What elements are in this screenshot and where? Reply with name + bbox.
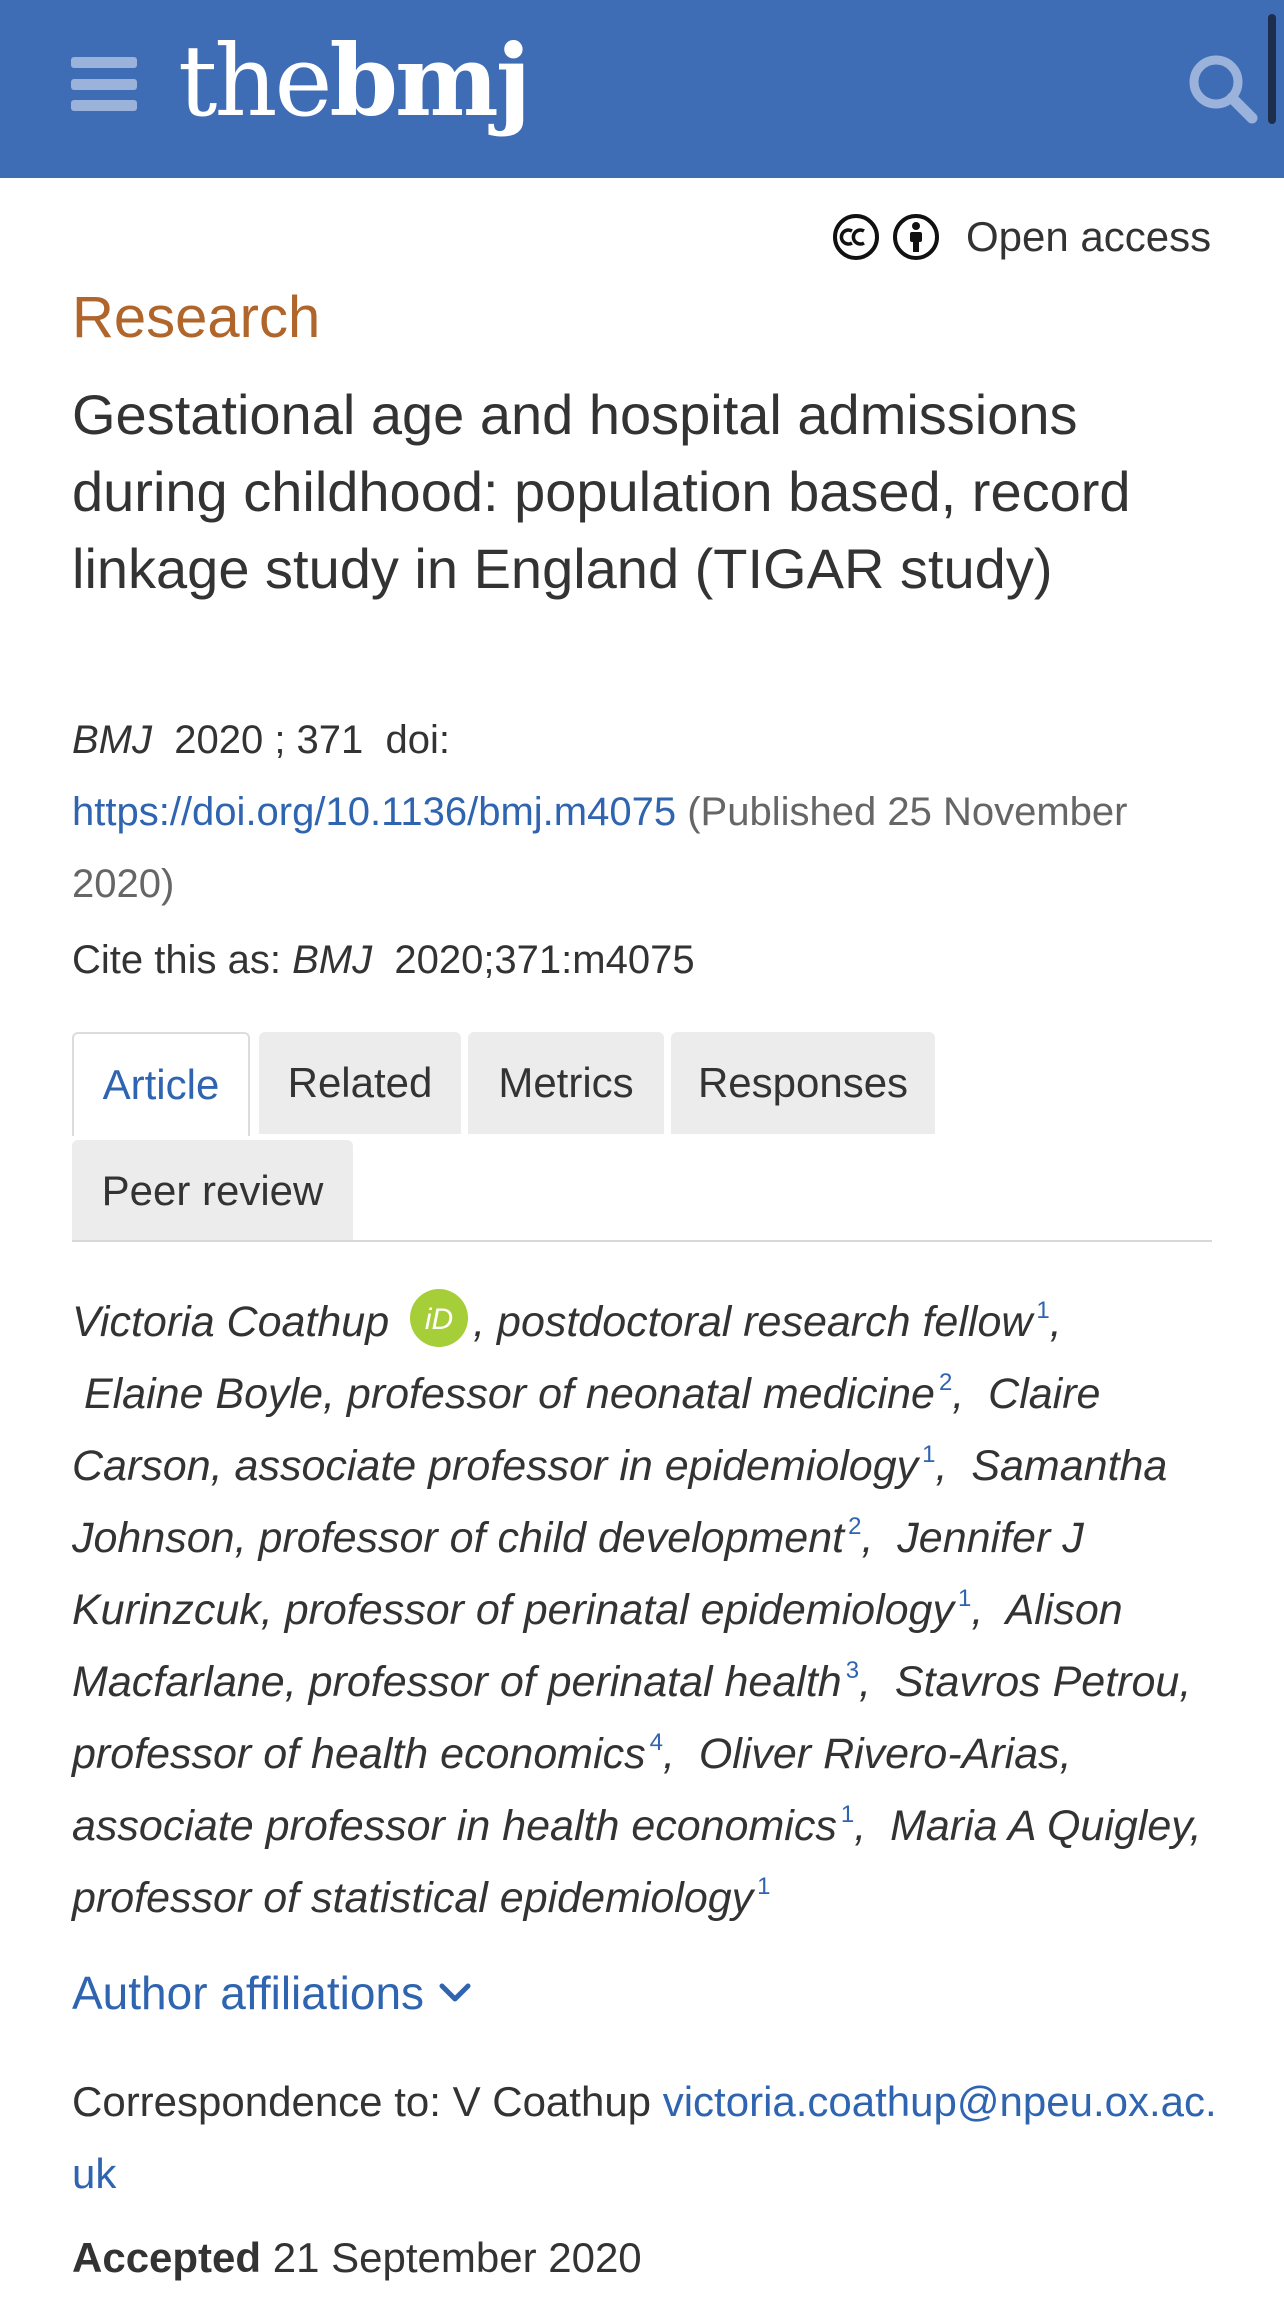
tab-related[interactable]: Related bbox=[259, 1032, 461, 1134]
attribution-icon bbox=[893, 214, 939, 260]
correspondence: Correspondence to: V Coathup victoria.co… bbox=[72, 2066, 1232, 2210]
affiliation-ref[interactable]: 3 bbox=[846, 1657, 859, 1684]
author-role: professor of perinatal health bbox=[308, 1658, 842, 1706]
cite-reference: 2020;371:m4075 bbox=[394, 938, 695, 982]
site-header: thebmj bbox=[0, 0, 1284, 178]
citation-info: BMJ 2020 ; 371 doi: https://doi.org/10.11… bbox=[72, 704, 1212, 920]
author-name[interactable]: Stavros Petrou bbox=[895, 1658, 1179, 1706]
author-role: associate professor in epidemiology bbox=[234, 1442, 919, 1490]
affiliation-ref[interactable]: 1 bbox=[922, 1441, 935, 1468]
chevron-down-icon bbox=[439, 1983, 471, 2002]
article-title: Gestational age and hospital admissions … bbox=[72, 383, 1131, 600]
author-affiliations-label: Author affiliations bbox=[72, 1967, 425, 2019]
affiliation-ref[interactable]: 1 bbox=[757, 1873, 770, 1900]
accepted-label: Accepted bbox=[72, 2234, 262, 2281]
affiliation-ref[interactable]: 2 bbox=[939, 1369, 952, 1396]
svg-text:iD: iD bbox=[425, 1303, 453, 1336]
author-role: professor of neonatal medicine bbox=[346, 1370, 935, 1418]
author-role: professor of statistical epidemiology bbox=[72, 1874, 754, 1922]
author-role: postdoctoral research fellow bbox=[497, 1298, 1033, 1346]
accepted-date-value: 21 September 2020 bbox=[272, 2234, 642, 2281]
author-name[interactable]: Maria A Quigley bbox=[890, 1802, 1190, 1850]
tab-peer-review[interactable]: Peer review bbox=[72, 1140, 353, 1242]
article-section-label: Research bbox=[72, 285, 321, 350]
hamburger-menu-icon[interactable] bbox=[71, 57, 137, 111]
author-role: associate professor in health economics bbox=[72, 1802, 837, 1850]
tab-metrics[interactable]: Metrics bbox=[468, 1032, 664, 1134]
scroll-indicator bbox=[1268, 14, 1276, 124]
affiliation-ref[interactable]: 1 bbox=[841, 1801, 854, 1828]
author-name[interactable]: Oliver Rivero-Arias bbox=[699, 1730, 1060, 1778]
doi-link[interactable]: https://doi.org/10.1136/bmj.m4075 bbox=[72, 790, 676, 834]
open-access-badge: Open access bbox=[832, 208, 1211, 266]
tabs-divider bbox=[72, 1240, 1212, 1242]
tab-responses[interactable]: Responses bbox=[671, 1032, 935, 1134]
doi-label: doi: bbox=[385, 718, 451, 762]
affiliation-ref[interactable]: 1 bbox=[958, 1585, 971, 1612]
author-role: professor of child development bbox=[258, 1514, 845, 1562]
bmj-logo[interactable]: thebmj bbox=[178, 22, 531, 142]
accepted-date: Accepted 21 September 2020 bbox=[72, 2222, 642, 2294]
author-list: Victoria Coathup iD, postdoctoral researc… bbox=[72, 1286, 1222, 1934]
journal-name: BMJ bbox=[72, 718, 152, 762]
author-role: professor of health economics bbox=[72, 1730, 646, 1778]
affiliation-ref[interactable]: 1 bbox=[1036, 1297, 1049, 1324]
open-access-label: Open access bbox=[966, 213, 1212, 260]
affiliation-ref[interactable]: 4 bbox=[650, 1729, 663, 1756]
author-affiliations-toggle[interactable]: Author affiliations bbox=[72, 1966, 472, 2020]
author-name[interactable]: Victoria Coathup bbox=[72, 1298, 389, 1346]
tab-article[interactable]: Article bbox=[72, 1032, 250, 1136]
affiliation-ref[interactable]: 2 bbox=[848, 1513, 861, 1540]
search-icon[interactable] bbox=[1186, 52, 1258, 124]
article-tabs: Article Related Metrics Responses Peer r… bbox=[72, 1032, 1212, 1242]
year-volume: 2020 ; 371 bbox=[174, 718, 364, 762]
author-role: professor of perinatal epidemiology bbox=[284, 1586, 954, 1634]
creative-commons-icon bbox=[833, 214, 879, 260]
correspondence-label: Correspondence to: V Coathup bbox=[72, 2078, 652, 2125]
orcid-icon[interactable]: iD bbox=[409, 1288, 469, 1348]
cite-as: Cite this as: BMJ 2020;371:m4075 bbox=[72, 938, 695, 982]
author-name[interactable]: Elaine Boyle bbox=[84, 1370, 323, 1418]
